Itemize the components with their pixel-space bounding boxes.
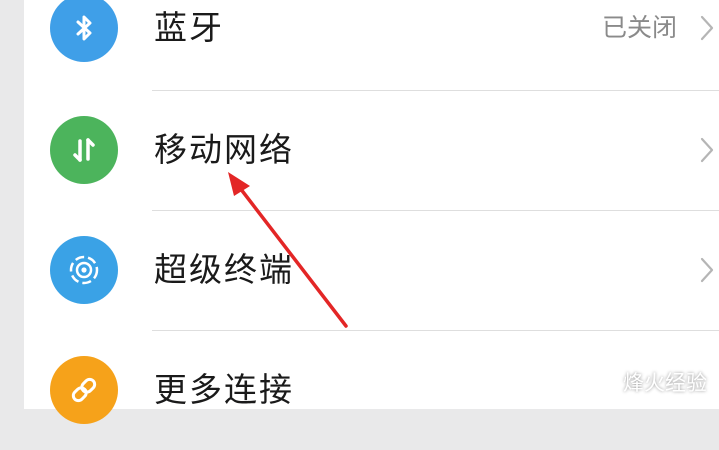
link-icon (50, 356, 118, 424)
settings-list: 蓝牙 已关闭 移动网络 超级终端 更多连接 (24, 0, 719, 424)
mobile-data-icon (50, 116, 118, 184)
settings-item-label: 移动网络 (154, 130, 294, 169)
bluetooth-icon (50, 0, 118, 62)
chevron-right-icon (700, 137, 714, 163)
chevron-right-icon (700, 257, 714, 283)
watermark: 烽火经验 (595, 367, 707, 397)
bluetooth-status: 已关闭 (601, 13, 677, 42)
chevron-right-icon (700, 15, 714, 41)
watermark-logo-icon (596, 373, 616, 390)
settings-item-label: 更多连接 (154, 370, 294, 409)
settings-item-label: 超级终端 (154, 250, 294, 289)
super-device-icon (50, 236, 118, 304)
settings-item-label: 蓝牙 (154, 8, 224, 47)
settings-item-bluetooth[interactable]: 蓝牙 已关闭 (24, 0, 719, 88)
settings-item-mobile-network[interactable]: 移动网络 (24, 90, 719, 210)
watermark-text: 烽火经验 (623, 371, 707, 395)
settings-item-super-device[interactable]: 超级终端 (24, 210, 719, 330)
